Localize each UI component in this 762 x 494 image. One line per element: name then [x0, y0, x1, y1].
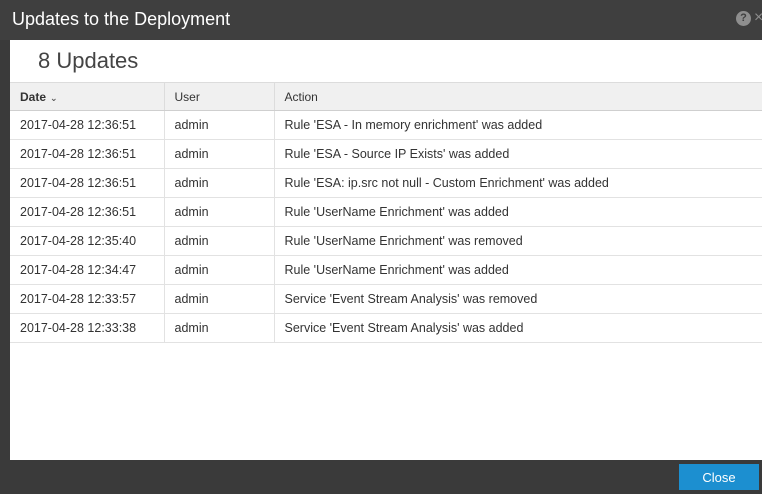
cell-action: Service 'Event Stream Analysis' was remo…: [274, 284, 762, 314]
dialog-title: Updates to the Deployment: [12, 9, 231, 29]
cell-action: Rule 'ESA: ip.src not null - Custom Enri…: [274, 168, 762, 198]
close-icon[interactable]: ×: [754, 9, 762, 27]
cell-user: admin: [164, 255, 275, 285]
column-header-date-label: Date: [20, 89, 47, 104]
dialog-footer: Close: [0, 460, 762, 494]
column-header-date[interactable]: Date ⌄: [10, 82, 165, 111]
updates-table-container: Date ⌄ User Action 2017-04-28 12:36:51 ad…: [10, 82, 762, 343]
table-header-row: Date ⌄ User Action: [10, 82, 762, 111]
cell-date: 2017-04-28 12:33:38: [10, 313, 165, 343]
cell-action: Service 'Event Stream Analysis' was adde…: [274, 313, 762, 343]
updates-count: 8 Updates: [38, 48, 139, 73]
dialog-titlebar: Updates to the Deployment ? ×: [0, 0, 762, 40]
sort-chevron-down-icon: ⌄: [50, 92, 58, 103]
cell-user: admin: [164, 313, 275, 343]
cell-action: Rule 'ESA - In memory enrichment' was ad…: [274, 110, 762, 140]
cell-action: Rule 'UserName Enrichment' was added: [274, 197, 762, 227]
column-header-action[interactable]: Action: [274, 82, 762, 111]
cell-action: Rule 'UserName Enrichment' was removed: [274, 226, 762, 256]
table-row[interactable]: 2017-04-28 12:33:57 admin Service 'Event…: [10, 284, 762, 314]
help-icon[interactable]: ?: [736, 11, 751, 26]
cell-user: admin: [164, 226, 275, 256]
cell-date: 2017-04-28 12:33:57: [10, 284, 165, 314]
column-header-user[interactable]: User: [164, 82, 275, 111]
column-header-user-label: User: [174, 89, 200, 104]
table-row[interactable]: 2017-04-28 12:36:51 admin Rule 'ESA - In…: [10, 110, 762, 140]
column-header-action-label: Action: [284, 89, 318, 104]
cell-date: 2017-04-28 12:36:51: [10, 139, 165, 169]
cell-user: admin: [164, 110, 275, 140]
table-row[interactable]: 2017-04-28 12:35:40 admin Rule 'UserName…: [10, 226, 762, 256]
cell-date: 2017-04-28 12:34:47: [10, 255, 165, 285]
close-button[interactable]: Close: [679, 464, 759, 490]
updates-table: Date ⌄ User Action 2017-04-28 12:36:51 ad…: [10, 82, 762, 343]
dialog-body: 8 Updates Date ⌄ User Action 2017-04-28 …: [10, 40, 762, 460]
cell-user: admin: [164, 197, 275, 227]
table-row[interactable]: 2017-04-28 12:36:51 admin Rule 'ESA - So…: [10, 139, 762, 169]
cell-action: Rule 'ESA - Source IP Exists' was added: [274, 139, 762, 169]
cell-date: 2017-04-28 12:36:51: [10, 197, 165, 227]
table-row[interactable]: 2017-04-28 12:34:47 admin Rule 'UserName…: [10, 255, 762, 285]
table-row[interactable]: 2017-04-28 12:33:38 admin Service 'Event…: [10, 313, 762, 343]
cell-date: 2017-04-28 12:36:51: [10, 168, 165, 198]
cell-user: admin: [164, 139, 275, 169]
cell-action: Rule 'UserName Enrichment' was added: [274, 255, 762, 285]
table-row[interactable]: 2017-04-28 12:36:51 admin Rule 'ESA: ip.…: [10, 168, 762, 198]
cell-date: 2017-04-28 12:36:51: [10, 110, 165, 140]
updates-dialog: Updates to the Deployment ? × 8 Updates …: [0, 0, 762, 494]
cell-date: 2017-04-28 12:35:40: [10, 226, 165, 256]
table-row[interactable]: 2017-04-28 12:36:51 admin Rule 'UserName…: [10, 197, 762, 227]
cell-user: admin: [164, 284, 275, 314]
cell-user: admin: [164, 168, 275, 198]
